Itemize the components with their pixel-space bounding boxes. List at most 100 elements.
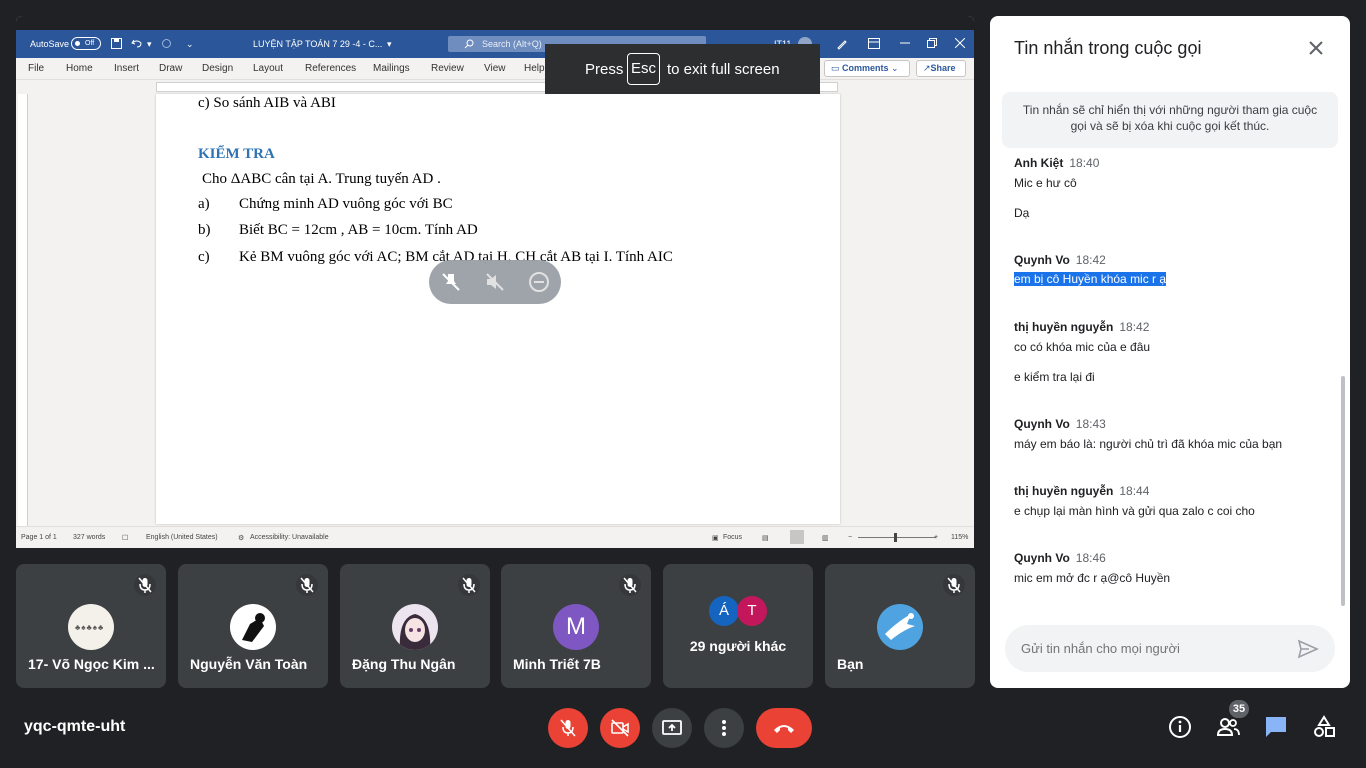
page-count[interactable]: Page 1 of 1: [21, 534, 57, 541]
save-icon[interactable]: [111, 38, 122, 49]
message-time: 18:43: [1075, 417, 1106, 431]
mic-toggle-button[interactable]: [548, 708, 588, 748]
avatar: [877, 604, 923, 650]
print-layout-icon[interactable]: [790, 530, 804, 544]
avatar-image: ♣♠♣♠♣: [75, 623, 105, 632]
pen-icon[interactable]: [836, 38, 848, 50]
participant-name: Bạn: [837, 656, 864, 672]
comments-dropdown-icon: ⌄: [888, 63, 899, 73]
tab-draw[interactable]: Draw: [159, 63, 182, 74]
tab-home[interactable]: Home: [66, 63, 93, 74]
zoom-in-icon[interactable]: +: [934, 534, 938, 541]
present-button[interactable]: [652, 708, 692, 748]
horizontal-ruler[interactable]: [16, 80, 974, 94]
message-text: e chụp lại màn hình và gửi qua zalo c co…: [1014, 504, 1255, 518]
proofing-icon[interactable]: ☐: [122, 534, 128, 542]
comments-button[interactable]: ▭ Comments ⌄: [824, 60, 910, 77]
participant-tile[interactable]: Đặng Thu Ngân: [340, 564, 490, 688]
tab-insert[interactable]: Insert: [114, 63, 139, 74]
autosave-toggle[interactable]: Off: [71, 37, 101, 50]
tab-layout[interactable]: Layout: [253, 63, 283, 74]
message-text: co có khóa mic của e đâu: [1014, 340, 1151, 354]
participant-tile[interactable]: M Minh Triết 7B: [501, 564, 651, 688]
avatar-image: [885, 613, 915, 640]
tab-file[interactable]: File: [28, 63, 44, 74]
undo-dropdown-icon[interactable]: ▾: [147, 39, 152, 50]
message-sender: thị huyền nguyễn: [1014, 320, 1114, 334]
word-status-bar: Page 1 of 1 327 words ☐ English (United …: [16, 526, 974, 548]
fullscreen-rest: to exit full screen: [667, 61, 780, 78]
participant-tile[interactable]: ♣♠♣♠♣ 17- Võ Ngọc Kim ...: [16, 564, 166, 688]
message-text: Dạ: [1014, 206, 1030, 220]
web-layout-icon[interactable]: ▥: [822, 534, 829, 542]
chat-notice: Tin nhắn sẽ chỉ hiển thị với những người…: [1002, 92, 1338, 148]
participant-name: 17- Võ Ngọc Kim ...: [28, 656, 155, 672]
chat-scrollbar[interactable]: [1341, 376, 1345, 606]
more-vert-icon: [722, 720, 726, 736]
volume-off-icon[interactable]: [483, 270, 507, 294]
tab-view[interactable]: View: [484, 63, 506, 74]
vertical-ruler-bar: [18, 94, 28, 526]
tab-mailings[interactable]: Mailings: [373, 63, 410, 74]
chat-input[interactable]: [1021, 625, 1291, 672]
document-title[interactable]: LUYỆN TẬP TOÁN 7 29 -4 - C...: [253, 39, 382, 49]
mic-off-icon: [619, 574, 641, 596]
chat-icon[interactable]: [1263, 714, 1289, 740]
word-ribbon-tabs: File Home Insert Draw Design Layout Refe…: [16, 58, 974, 80]
tab-help[interactable]: Help: [524, 63, 545, 74]
accessibility-icon: ⚙: [238, 535, 245, 542]
zoom-out-icon[interactable]: −: [848, 534, 852, 541]
others-tile[interactable]: Á T 29 người khác: [663, 564, 813, 688]
message-time: 18:44: [1119, 484, 1150, 498]
customize-qat-icon[interactable]: ⌄: [186, 39, 194, 50]
info-icon[interactable]: [1167, 714, 1193, 740]
send-icon[interactable]: [1297, 638, 1319, 660]
camera-toggle-button[interactable]: [600, 708, 640, 748]
zoom-slider-thumb[interactable]: [894, 533, 897, 542]
participant-tile[interactable]: Nguyễn Văn Toàn: [178, 564, 328, 688]
shared-screen: AutoSave Off ▾ ⌄ LUYỆN TẬP TOÁN 7 29 -4 …: [16, 16, 974, 548]
zoom-level[interactable]: 115%: [951, 534, 968, 541]
comment-icon: ▭: [831, 63, 843, 73]
ribbon-display-icon[interactable]: [868, 38, 880, 49]
redo-icon[interactable]: [161, 38, 172, 49]
tab-design[interactable]: Design: [202, 63, 233, 74]
chat-panel: Tin nhắn trong cuộc gọi Tin nhắn sẽ chỉ …: [990, 16, 1350, 688]
participant-name: Minh Triết 7B: [513, 656, 601, 672]
close-window-icon[interactable]: [955, 38, 965, 48]
close-icon[interactable]: [1304, 36, 1328, 60]
minimize-icon[interactable]: [900, 38, 910, 48]
pin-off-icon[interactable]: [439, 270, 463, 294]
read-mode-icon[interactable]: ▤: [762, 534, 769, 542]
accessibility-status[interactable]: Accessibility: Unavailable: [250, 534, 329, 541]
message-sender: Anh Kiệt: [1014, 156, 1064, 170]
share-button[interactable]: ↗Share: [916, 60, 966, 77]
restore-icon[interactable]: [927, 38, 937, 48]
chat-input-box[interactable]: [1005, 625, 1335, 672]
others-count-label: 29 người khác: [689, 638, 787, 654]
end-call-button[interactable]: [756, 708, 812, 748]
undo-icon[interactable]: [131, 38, 143, 49]
vertical-ruler[interactable]: [16, 94, 30, 526]
focus-mode[interactable]: Focus: [723, 534, 742, 541]
language[interactable]: English (United States): [146, 534, 218, 541]
activities-icon[interactable]: [1311, 714, 1337, 740]
more-options-button[interactable]: [704, 708, 744, 748]
share-top-strip: [16, 16, 974, 30]
message-time: 18:42: [1119, 320, 1150, 334]
message-text: mic em mở đc r ạ@cô Huyền: [1014, 571, 1171, 585]
fullscreen-press: Press: [585, 61, 624, 78]
word-count[interactable]: 327 words: [73, 534, 105, 541]
tab-references[interactable]: References: [305, 63, 356, 74]
tab-review[interactable]: Review: [431, 63, 464, 74]
present-screen-icon: [662, 720, 682, 735]
title-dropdown-icon[interactable]: ▾: [387, 39, 392, 50]
message-text: máy em báo là: người chủ trì đã khóa mic…: [1014, 437, 1283, 451]
word-title-bar: AutoSave Off ▾ ⌄ LUYỆN TẬP TOÁN 7 29 -4 …: [16, 30, 974, 58]
self-tile[interactable]: Bạn: [825, 564, 975, 688]
avatar: [392, 604, 438, 650]
zoom-slider[interactable]: [858, 537, 936, 538]
message-header: thị huyền nguyễn 18:44: [1014, 484, 1149, 498]
document-page[interactable]: c) So sánh AIB và ABI KIỂM TRA Cho ΔABC …: [156, 94, 840, 524]
remove-icon[interactable]: [527, 270, 551, 294]
